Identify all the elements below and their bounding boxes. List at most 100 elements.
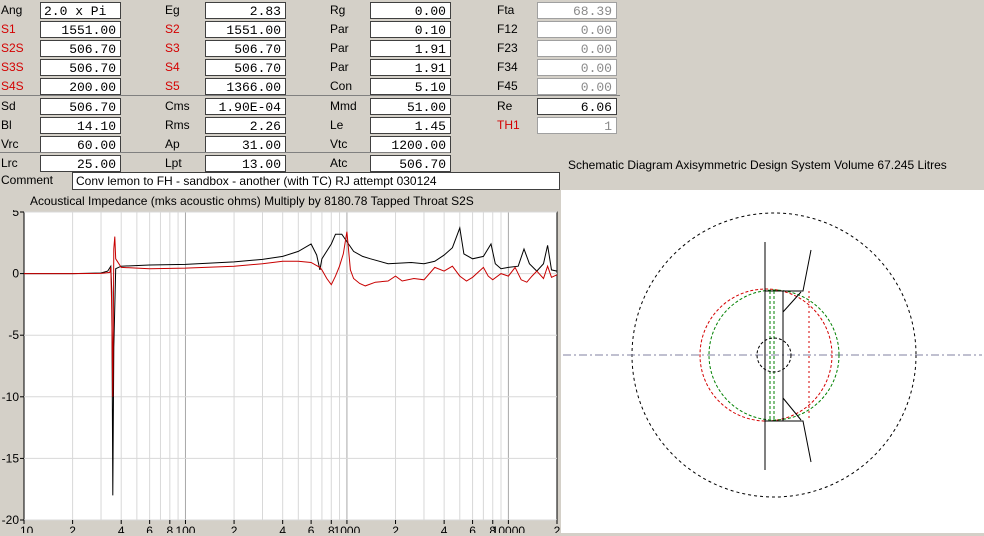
param-label-c1-8: Lrc	[1, 156, 18, 170]
param-label-c1-4: S4S	[1, 79, 24, 93]
param-field-c4-2: 0.00	[537, 40, 617, 57]
param-field-c2-0[interactable]: 2.83	[205, 2, 286, 19]
impedance-chart: 5 0 -5 -10 -15 -20 10 2 4 6 8 100 2 4 6 8 1000 2 4 6 8 10000 2	[0, 205, 561, 536]
param-label-c4-3: F34	[497, 60, 518, 74]
param-field-c3-0[interactable]: 0.00	[370, 2, 451, 19]
x-tick-label: 2	[554, 524, 560, 533]
x-tick-label: 10000	[492, 524, 526, 533]
schematic-diagram	[561, 190, 984, 533]
horn-flare-top-inner	[782, 291, 802, 313]
param-field-c3-4[interactable]: 5.10	[370, 78, 451, 95]
param-label-c3-2: Par	[330, 41, 349, 55]
x-tick-label: 6	[146, 524, 153, 533]
comment-field[interactable]: Conv lemon to FH - sandbox - another (wi…	[72, 172, 560, 190]
param-label-c4-4: F45	[497, 79, 518, 93]
param-label-c1-1: S1	[1, 22, 16, 36]
param-label-c2-8: Lpt	[165, 156, 182, 170]
param-label-c3-8: Atc	[330, 156, 348, 170]
param-field-c2-5[interactable]: 1.90E-04	[205, 98, 286, 115]
param-label-c1-0: Ang	[1, 3, 23, 17]
param-field-c2-2[interactable]: 506.70	[205, 40, 286, 57]
param-label-c3-3: Par	[330, 60, 349, 74]
param-label-c4-2: F23	[497, 41, 518, 55]
param-field-c1-3[interactable]: 506.70	[40, 59, 121, 76]
x-tick-label: 4	[279, 524, 286, 533]
param-field-c1-1[interactable]: 1551.00	[40, 21, 121, 38]
param-field-c3-3[interactable]: 1.91	[370, 59, 451, 76]
param-label-c1-2: S2S	[1, 41, 24, 55]
param-label-c1-5: Sd	[1, 99, 16, 113]
x-tick-label: 2	[69, 524, 76, 533]
horn-flare-bottom	[783, 420, 812, 463]
x-tick-label: 10	[20, 524, 34, 533]
x-tick-label: 2	[231, 524, 238, 533]
param-label-c3-5: Mmd	[330, 99, 357, 113]
y-tick-label: -10	[2, 390, 20, 404]
param-label-c2-6: Rms	[165, 118, 190, 132]
separator-line	[0, 152, 450, 153]
param-field-c3-7[interactable]: 1200.00	[370, 136, 451, 153]
x-tick-label: 1000	[334, 524, 361, 533]
param-label-c3-6: Le	[330, 118, 344, 132]
horn-flare-top	[783, 249, 812, 292]
horn-flare-bottom-inner	[782, 397, 802, 421]
y-tick-label: 0	[12, 267, 19, 281]
x-tick-label: 8	[166, 524, 173, 533]
param-field-c1-2[interactable]: 506.70	[40, 40, 121, 57]
separator-line	[0, 95, 620, 96]
param-field-c1-6[interactable]: 14.10	[40, 117, 121, 134]
param-field-c4-3: 0.00	[537, 59, 617, 76]
param-field-c2-1[interactable]: 1551.00	[205, 21, 286, 38]
param-label-c1-3: S3S	[1, 60, 24, 74]
param-field-c4-5[interactable]: 6.06	[537, 98, 617, 115]
y-tick-label: 5	[12, 210, 19, 219]
x-tick-label: 4	[441, 524, 448, 533]
param-label-c1-6: Bl	[1, 118, 12, 132]
y-tick-label: -15	[2, 451, 20, 465]
param-field-c4-0: 68.39	[537, 2, 617, 19]
param-label-c2-2: S3	[165, 41, 180, 55]
param-field-c3-1[interactable]: 0.10	[370, 21, 451, 38]
x-tick-label: 100	[175, 524, 195, 533]
x-tick-label: 6	[469, 524, 476, 533]
param-label-c2-7: Ap	[165, 137, 180, 151]
param-field-c2-3[interactable]: 506.70	[205, 59, 286, 76]
schematic-title: Schematic Diagram Axisymmetric Design Sy…	[568, 158, 947, 172]
param-field-c3-2[interactable]: 1.91	[370, 40, 451, 57]
param-field-c1-0[interactable]: 2.0 x Pi	[40, 2, 121, 19]
param-field-c2-8[interactable]: 13.00	[205, 155, 286, 172]
param-label-c3-7: Vtc	[330, 137, 348, 151]
param-label-c3-4: Con	[330, 79, 353, 93]
param-label-c4-6: TH1	[497, 118, 520, 132]
chart-title: Acoustical Impedance (mks acoustic ohms)…	[30, 194, 474, 208]
x-tick-label: 2	[392, 524, 399, 533]
param-field-c4-4: 0.00	[537, 78, 617, 95]
param-label-c2-4: S5	[165, 79, 180, 93]
comment-label: Comment	[1, 173, 54, 187]
schematic-svg	[563, 212, 982, 498]
param-field-c2-4[interactable]: 1366.00	[205, 78, 286, 95]
param-label-c4-1: F12	[497, 22, 518, 36]
param-field-c3-5[interactable]: 51.00	[370, 98, 451, 115]
param-label-c2-0: Eg	[165, 3, 180, 17]
param-label-c2-3: S4	[165, 60, 180, 74]
impedance-chart-svg: 50-5-10-15-2010 2 4 6 8 100 2 4 6 81000 2 4 6 810000 2	[2, 205, 561, 536]
param-label-c4-5: Re	[497, 99, 513, 113]
param-field-c3-6[interactable]: 1.45	[370, 117, 451, 134]
param-field-c2-7[interactable]: 31.00	[205, 136, 286, 153]
param-field-c1-5[interactable]: 506.70	[40, 98, 121, 115]
param-label-c3-1: Par	[330, 22, 349, 36]
param-field-c4-6: 1	[537, 117, 617, 134]
x-tick-label: 4	[118, 524, 125, 533]
param-field-c1-7[interactable]: 60.00	[40, 136, 121, 153]
param-label-c2-1: S2	[165, 22, 180, 36]
param-field-c3-8[interactable]: 506.70	[370, 155, 451, 172]
y-tick-label: -20	[2, 513, 20, 527]
param-field-c1-4[interactable]: 200.00	[40, 78, 121, 95]
y-tick-label: -5	[8, 328, 19, 342]
x-tick-label: 6	[308, 524, 315, 533]
param-field-c2-6[interactable]: 2.26	[205, 117, 286, 134]
param-field-c1-8[interactable]: 25.00	[40, 155, 121, 172]
param-label-c4-0: Fta	[497, 3, 515, 17]
param-label-c2-5: Cms	[165, 99, 190, 113]
